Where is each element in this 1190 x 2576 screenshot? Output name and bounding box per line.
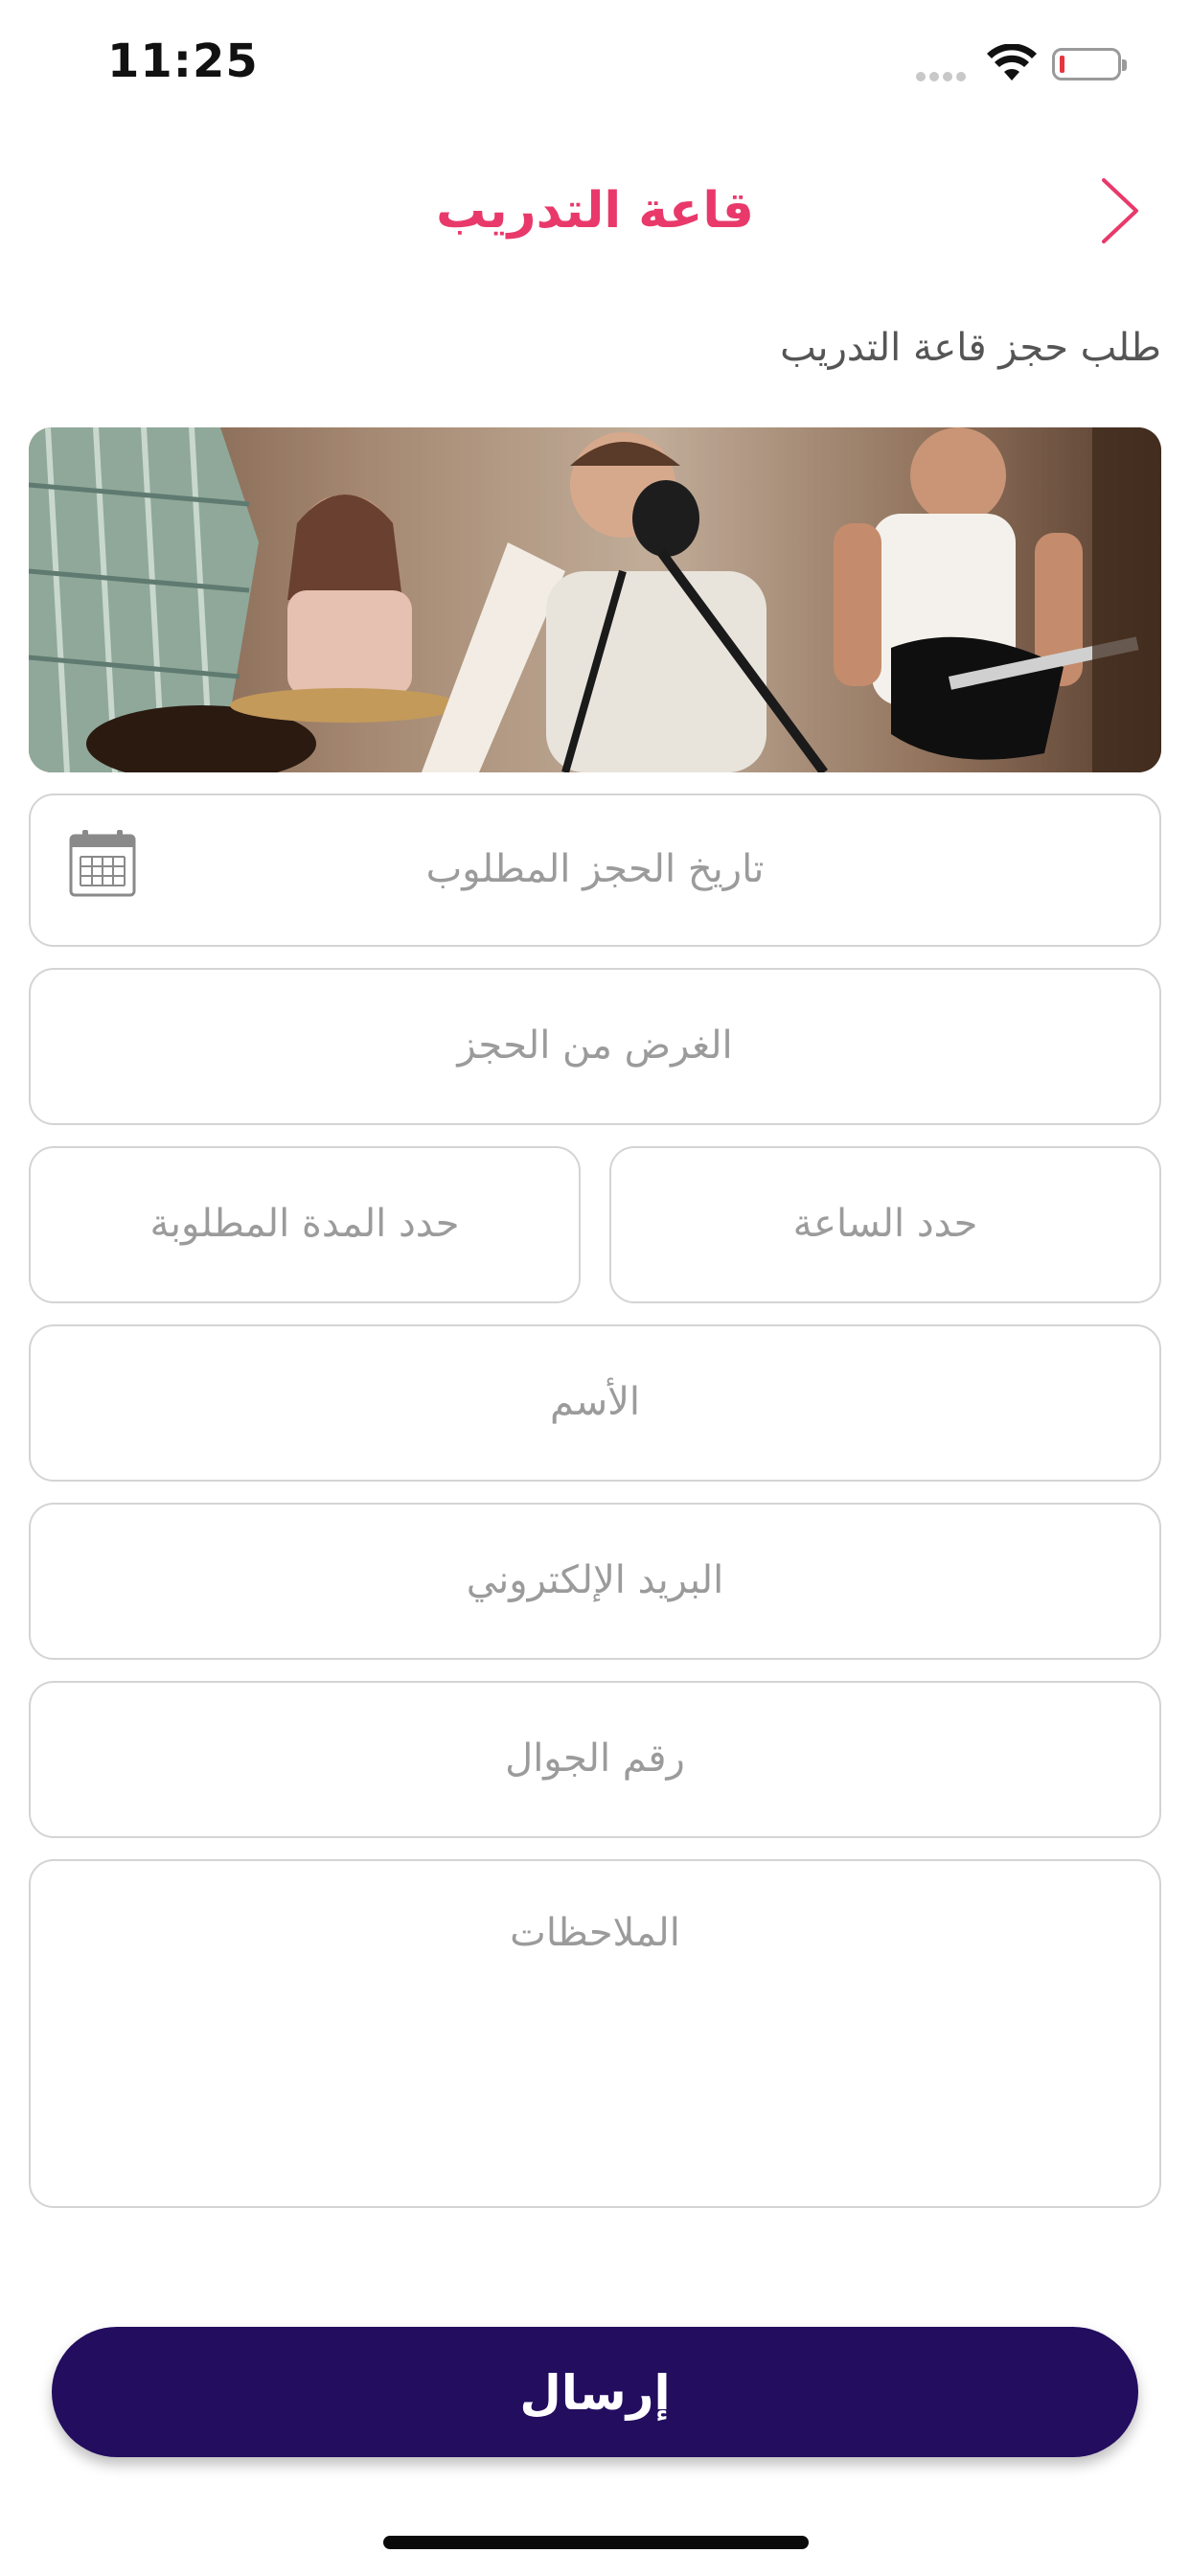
email-field[interactable]: البريد الإلكتروني	[29, 1503, 1161, 1660]
phone-field[interactable]: رقم الجوال	[29, 1681, 1161, 1838]
duration-field[interactable]: حدد المدة المطلوبة	[29, 1146, 581, 1303]
status-time: 11:25	[107, 34, 259, 88]
form-subtitle: طلب حجز قاعة التدريب	[780, 326, 1161, 370]
name-placeholder: الأسم	[549, 1380, 641, 1424]
wifi-icon	[987, 44, 1037, 80]
header: قاعة التدريب	[0, 153, 1190, 278]
purpose-placeholder: الغرض من الحجز	[457, 1024, 733, 1068]
phone-placeholder: رقم الجوال	[505, 1736, 685, 1781]
battery-icon	[1052, 48, 1127, 80]
chevron-right-icon[interactable]	[1090, 172, 1148, 249]
hero-image	[29, 427, 1161, 772]
page-title: قاعة التدريب	[436, 182, 754, 240]
hour-placeholder: حدد الساعة	[792, 1202, 978, 1246]
name-field[interactable]: الأسم	[29, 1324, 1161, 1482]
submit-label: إرسال	[519, 2365, 671, 2421]
email-placeholder: البريد الإلكتروني	[466, 1558, 724, 1602]
date-field[interactable]: تاريخ الحجز المطلوب	[29, 794, 1161, 947]
notes-placeholder: الملاحظات	[510, 1911, 680, 1955]
purpose-field[interactable]: الغرض من الحجز	[29, 968, 1161, 1125]
home-indicator	[383, 2536, 809, 2549]
notes-textarea[interactable]: الملاحظات	[29, 1859, 1161, 2208]
hour-field[interactable]: حدد الساعة	[609, 1146, 1161, 1303]
submit-button[interactable]: إرسال	[52, 2327, 1138, 2457]
date-placeholder: تاريخ الحجز المطلوب	[425, 847, 765, 891]
status-bar: 11:25	[0, 0, 1190, 134]
duration-placeholder: حدد المدة المطلوبة	[149, 1202, 460, 1246]
signal-icon	[916, 67, 970, 85]
